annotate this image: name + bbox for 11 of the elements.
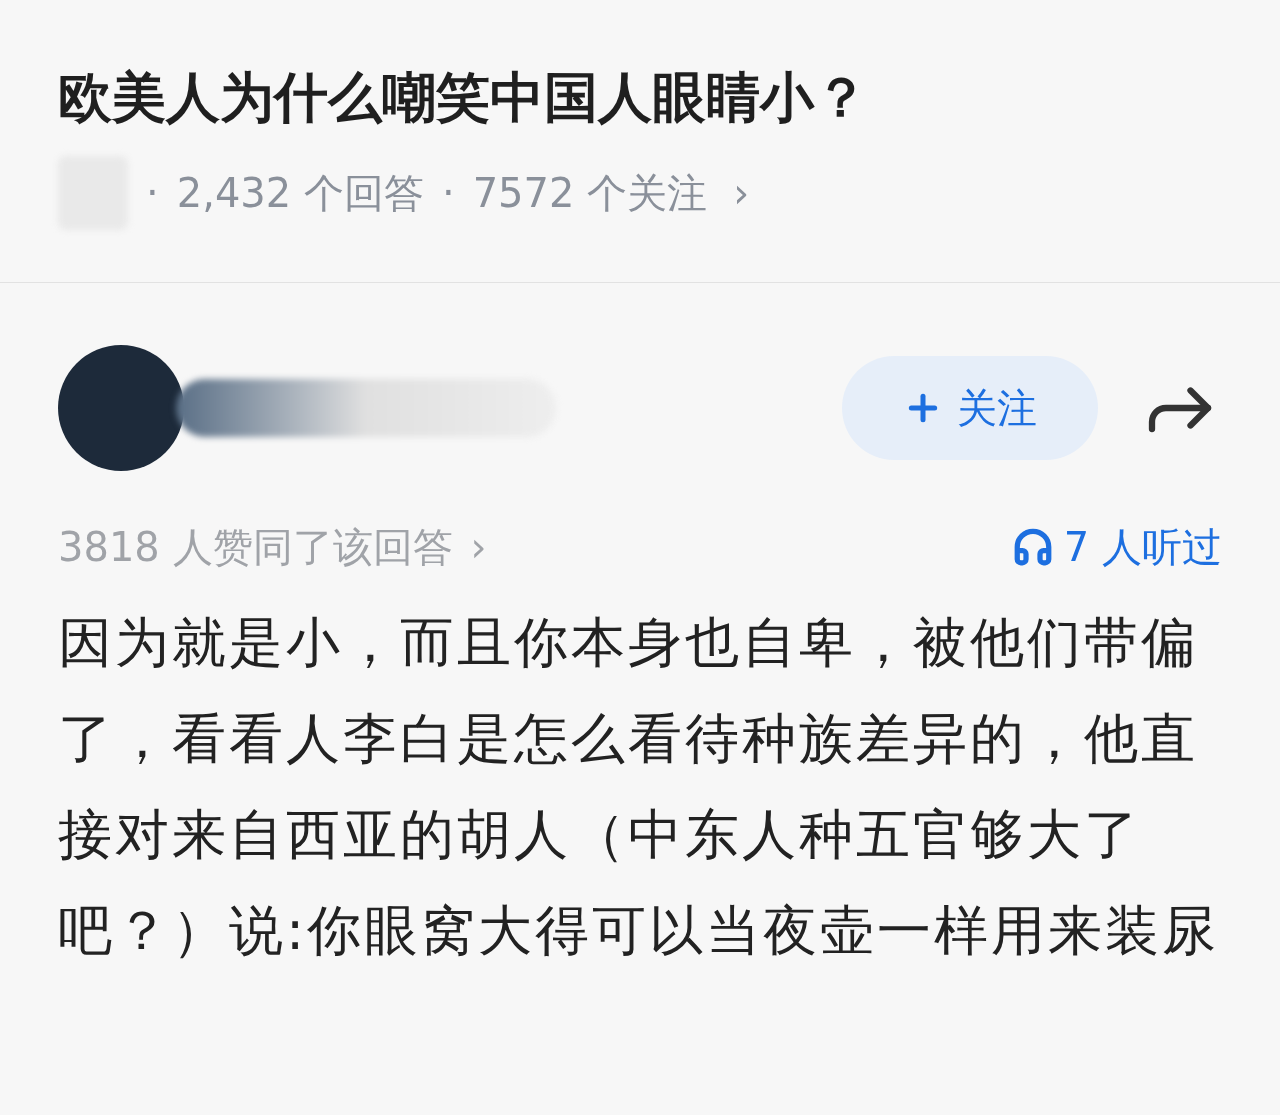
answer-text: 因为就是小，而且你本身也自卑，被他们带偏了，看看人李白是怎么看待种族差异的，他直接对来自西亚的胡人（中东人种五官够大了吧？）说:你眼窝大得可以当夜壶一样用来装尿	[58, 610, 1221, 964]
follow-button[interactable]: 关注	[842, 356, 1098, 460]
stat-text: 2,432 个回答	[176, 169, 424, 218]
listen-count[interactable]: 7 人听过	[1063, 517, 1222, 577]
upvote-count[interactable]: 3818 人赞同了该回答	[58, 517, 453, 577]
separator-dot: ·	[441, 169, 455, 218]
chevron[interactable]: ›	[470, 517, 487, 577]
chevron[interactable]: ›	[733, 163, 750, 223]
stat-text: 7572 个关注	[472, 169, 708, 218]
separator-dot: ·	[146, 169, 159, 218]
question-title: 欧美人为什么嘲笑中国人眼睛小？	[58, 65, 869, 131]
